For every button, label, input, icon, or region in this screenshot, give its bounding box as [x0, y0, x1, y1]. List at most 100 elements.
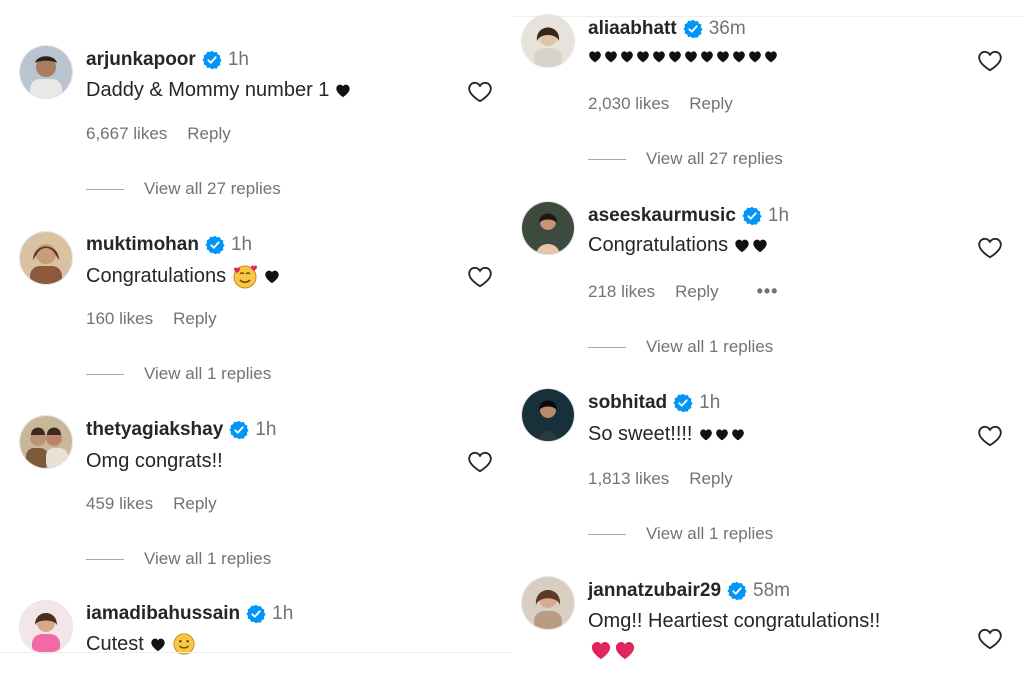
- view-replies-button[interactable]: View all 1 replies: [588, 337, 773, 357]
- comment-text: Daddy & Mommy number 1: [86, 79, 351, 102]
- black-heart-emoji-icon: [732, 50, 746, 63]
- username-link[interactable]: jannatzubair29: [588, 580, 721, 602]
- username-link[interactable]: aliaabhatt: [588, 18, 677, 40]
- verified-badge-icon: [727, 581, 747, 601]
- likes-count[interactable]: 218 likes: [588, 282, 655, 302]
- like-comment-heart-icon[interactable]: [977, 48, 1003, 74]
- black-heart-emoji-icon: [636, 50, 650, 63]
- avatar[interactable]: [521, 14, 575, 68]
- reply-button[interactable]: Reply: [173, 309, 216, 329]
- comment-timestamp: 1h: [255, 419, 277, 440]
- right-comment-column: aliaabhatt 36m 2,030 likes Reply View al…: [512, 0, 1024, 683]
- view-replies-label: View all 1 replies: [646, 337, 774, 356]
- likes-count[interactable]: 1,813 likes: [588, 469, 669, 489]
- black-heart-emoji-icon: [731, 428, 745, 441]
- username-link[interactable]: aseeskaurmusic: [588, 205, 736, 227]
- comment-timestamp: 1h: [230, 234, 253, 255]
- more-options-icon[interactable]: •••: [757, 281, 779, 302]
- comment-timestamp: 36m: [708, 18, 746, 39]
- view-replies-button[interactable]: View all 27 replies: [86, 179, 281, 199]
- red-heart-emoji-icon: [614, 640, 636, 660]
- reply-button[interactable]: Reply: [187, 124, 230, 144]
- comment-body: So sweet!!!!: [588, 423, 693, 445]
- avatar[interactable]: [521, 576, 575, 630]
- comment-timestamp: 1h: [272, 603, 294, 624]
- black-heart-emoji-icon: [752, 238, 768, 253]
- view-replies-label: View all 1 replies: [144, 549, 272, 568]
- black-heart-emoji-icon: [734, 238, 750, 253]
- comment-username[interactable]: thetyagiakshay 1h: [86, 419, 276, 441]
- avatar[interactable]: [19, 600, 73, 654]
- avatar[interactable]: [19, 231, 73, 285]
- reply-button[interactable]: Reply: [173, 494, 216, 514]
- comment-text: Omg!! Heartiest congratulations!!: [588, 610, 880, 633]
- left-comment-column: arjunkapoor 1h Daddy & Mommy number 1 6,…: [0, 0, 512, 683]
- comment-username[interactable]: iamadibahussain 1h: [86, 603, 293, 625]
- comment-username[interactable]: muktimohan 1h: [86, 234, 252, 256]
- reply-button[interactable]: Reply: [689, 469, 732, 489]
- black-heart-emoji-icon: [264, 269, 280, 284]
- comment-body: Omg!! Heartiest congratulations!!: [588, 610, 881, 632]
- black-heart-emoji-icon: [716, 50, 730, 63]
- username-link[interactable]: arjunkapoor: [86, 49, 196, 71]
- comment-username[interactable]: jannatzubair29 58m: [588, 580, 790, 602]
- black-hearts-row: [588, 50, 778, 63]
- comment-username[interactable]: sobhitad 1h: [588, 392, 720, 414]
- view-replies-button[interactable]: View all 1 replies: [588, 524, 773, 544]
- red-heart-emoji-icon: [590, 640, 612, 660]
- comment-username[interactable]: aliaabhatt 36m: [588, 18, 746, 40]
- comment-text: Congratulations: [588, 234, 768, 257]
- username-link[interactable]: iamadibahussain: [86, 603, 240, 625]
- username-link[interactable]: thetyagiakshay: [86, 419, 223, 441]
- avatar[interactable]: [19, 415, 73, 469]
- black-heart-emoji-icon: [335, 83, 351, 98]
- reply-button[interactable]: Reply: [675, 282, 718, 302]
- view-replies-label: View all 27 replies: [646, 149, 783, 168]
- black-heart-emoji-icon: [604, 50, 618, 63]
- comment-text: Congratulations: [86, 263, 280, 289]
- verified-badge-icon: [246, 604, 266, 624]
- replies-divider-line: [588, 346, 626, 348]
- comment-meta: 160 likes Reply: [86, 309, 217, 329]
- likes-count[interactable]: 459 likes: [86, 494, 153, 514]
- comment-text: Omg congrats!!: [86, 450, 223, 473]
- comment-username[interactable]: aseeskaurmusic 1h: [588, 205, 789, 227]
- view-replies-button[interactable]: View all 1 replies: [86, 549, 271, 569]
- view-replies-button[interactable]: View all 27 replies: [588, 149, 783, 169]
- comment-body: Congratulations: [86, 264, 227, 287]
- comment-timestamp: 1h: [767, 205, 790, 226]
- avatar[interactable]: [521, 201, 575, 255]
- black-heart-emoji-icon: [150, 637, 166, 652]
- replies-divider-line: [86, 373, 124, 375]
- comment-meta: 6,667 likes Reply: [86, 124, 231, 144]
- likes-count[interactable]: 160 likes: [86, 309, 153, 329]
- comment-meta: 459 likes Reply: [86, 494, 217, 514]
- comment-meta: 2,030 likes Reply: [588, 94, 733, 114]
- like-comment-heart-icon[interactable]: [977, 423, 1003, 449]
- comment-text: [588, 50, 778, 63]
- username-link[interactable]: muktimohan: [86, 234, 199, 256]
- reply-button[interactable]: Reply: [689, 94, 732, 114]
- like-comment-heart-icon[interactable]: [467, 79, 493, 105]
- avatar[interactable]: [521, 388, 575, 442]
- verified-badge-icon: [205, 235, 225, 255]
- comment-body: Cutest: [86, 632, 144, 655]
- black-heart-emoji-icon: [700, 50, 714, 63]
- likes-count[interactable]: 2,030 likes: [588, 94, 669, 114]
- verified-badge-icon: [673, 393, 693, 413]
- comment-text: Cutest: [86, 632, 196, 656]
- comment-text: So sweet!!!!: [588, 423, 745, 446]
- likes-count[interactable]: 6,667 likes: [86, 124, 167, 144]
- view-replies-button[interactable]: View all 1 replies: [86, 364, 271, 384]
- like-comment-heart-icon[interactable]: [467, 449, 493, 475]
- avatar[interactable]: [19, 45, 73, 99]
- like-comment-heart-icon[interactable]: [977, 235, 1003, 261]
- black-heart-emoji-icon: [668, 50, 682, 63]
- like-comment-heart-icon[interactable]: [977, 626, 1003, 652]
- replies-divider-line: [86, 188, 124, 190]
- username-link[interactable]: sobhitad: [588, 392, 667, 414]
- black-hearts-row: [699, 428, 745, 441]
- replies-divider-line: [588, 158, 626, 160]
- like-comment-heart-icon[interactable]: [467, 264, 493, 290]
- comment-username[interactable]: arjunkapoor 1h: [86, 49, 249, 71]
